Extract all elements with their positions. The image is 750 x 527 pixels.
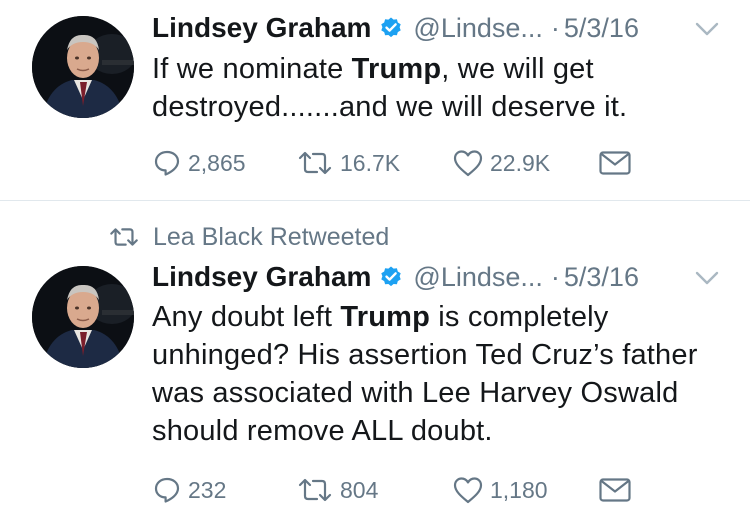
reply-icon [154,477,180,503]
tweet-header: Lindsey Graham @Lindse... · 5/3/16 [152,260,639,294]
heart-icon [453,150,483,177]
tweet-date[interactable]: 5/3/16 [564,262,639,293]
meta-separator: · [550,261,560,292]
retweeted-by-label: Lea Black Retweeted [153,222,390,251]
tweet-text-part: If we nominate [152,53,352,85]
tweet-date[interactable]: 5/3/16 [564,13,639,44]
avatar-portrait-image [32,266,134,368]
retweet-icon [298,151,332,175]
tweet-text-bold: Trump [351,53,442,85]
verified-badge-icon [381,17,402,38]
reply-count: 232 [188,476,227,503]
tweet-header: Lindsey Graham @Lindse... · 5/3/16 [152,11,639,45]
tweet-text: Any doubt left Trump is completely unhin… [152,298,742,450]
chevron-down-icon[interactable] [694,20,720,38]
author-handle[interactable]: @Lindse... [413,262,542,293]
envelope-icon [599,151,631,175]
tweet-text: If we nominate Trump, we will get destro… [152,50,742,126]
retweet-button[interactable]: 804 [296,472,378,508]
like-button[interactable]: 1,180 [452,472,548,508]
author-name[interactable]: Lindsey Graham [152,12,371,44]
like-button[interactable]: 22.9K [452,145,550,181]
reply-button[interactable]: 2,865 [152,145,246,181]
retweet-icon [110,228,138,246]
author-name[interactable]: Lindsey Graham [152,261,371,293]
reply-count: 2,865 [188,149,246,176]
retweet-context[interactable]: Lea Black Retweeted [107,222,389,252]
direct-message-button[interactable] [598,145,632,181]
meta-separator: · [550,12,560,43]
like-count: 1,180 [490,476,548,503]
avatar-portrait-image [32,16,134,118]
avatar[interactable] [32,16,134,118]
like-count: 22.9K [490,149,551,176]
reply-button[interactable]: 232 [152,472,226,508]
envelope-icon [599,478,631,502]
tweet-card[interactable]: Lea Black Retweeted Lindsey Graham @Lind… [0,200,750,527]
retweet-icon [298,478,332,502]
tweet-actions: 232 804 1,180 [152,472,742,508]
tweet-text-bold: Trump [340,301,431,333]
author-handle[interactable]: @Lindse... [413,13,542,44]
verified-badge-icon [381,266,402,287]
retweet-count: 16.7K [340,149,401,176]
tweet-actions: 2,865 16.7K 22.9K [152,145,742,181]
tweet-card[interactable]: Lindsey Graham @Lindse... · 5/3/16 If we… [0,0,750,200]
chevron-down-icon[interactable] [694,269,720,287]
reply-icon [154,150,180,176]
direct-message-button[interactable] [598,472,632,508]
retweet-button[interactable]: 16.7K [296,145,400,181]
retweet-count: 804 [340,476,379,503]
tweet-text-part: Any doubt left [152,301,341,333]
heart-icon [453,477,483,504]
avatar[interactable] [32,266,134,368]
